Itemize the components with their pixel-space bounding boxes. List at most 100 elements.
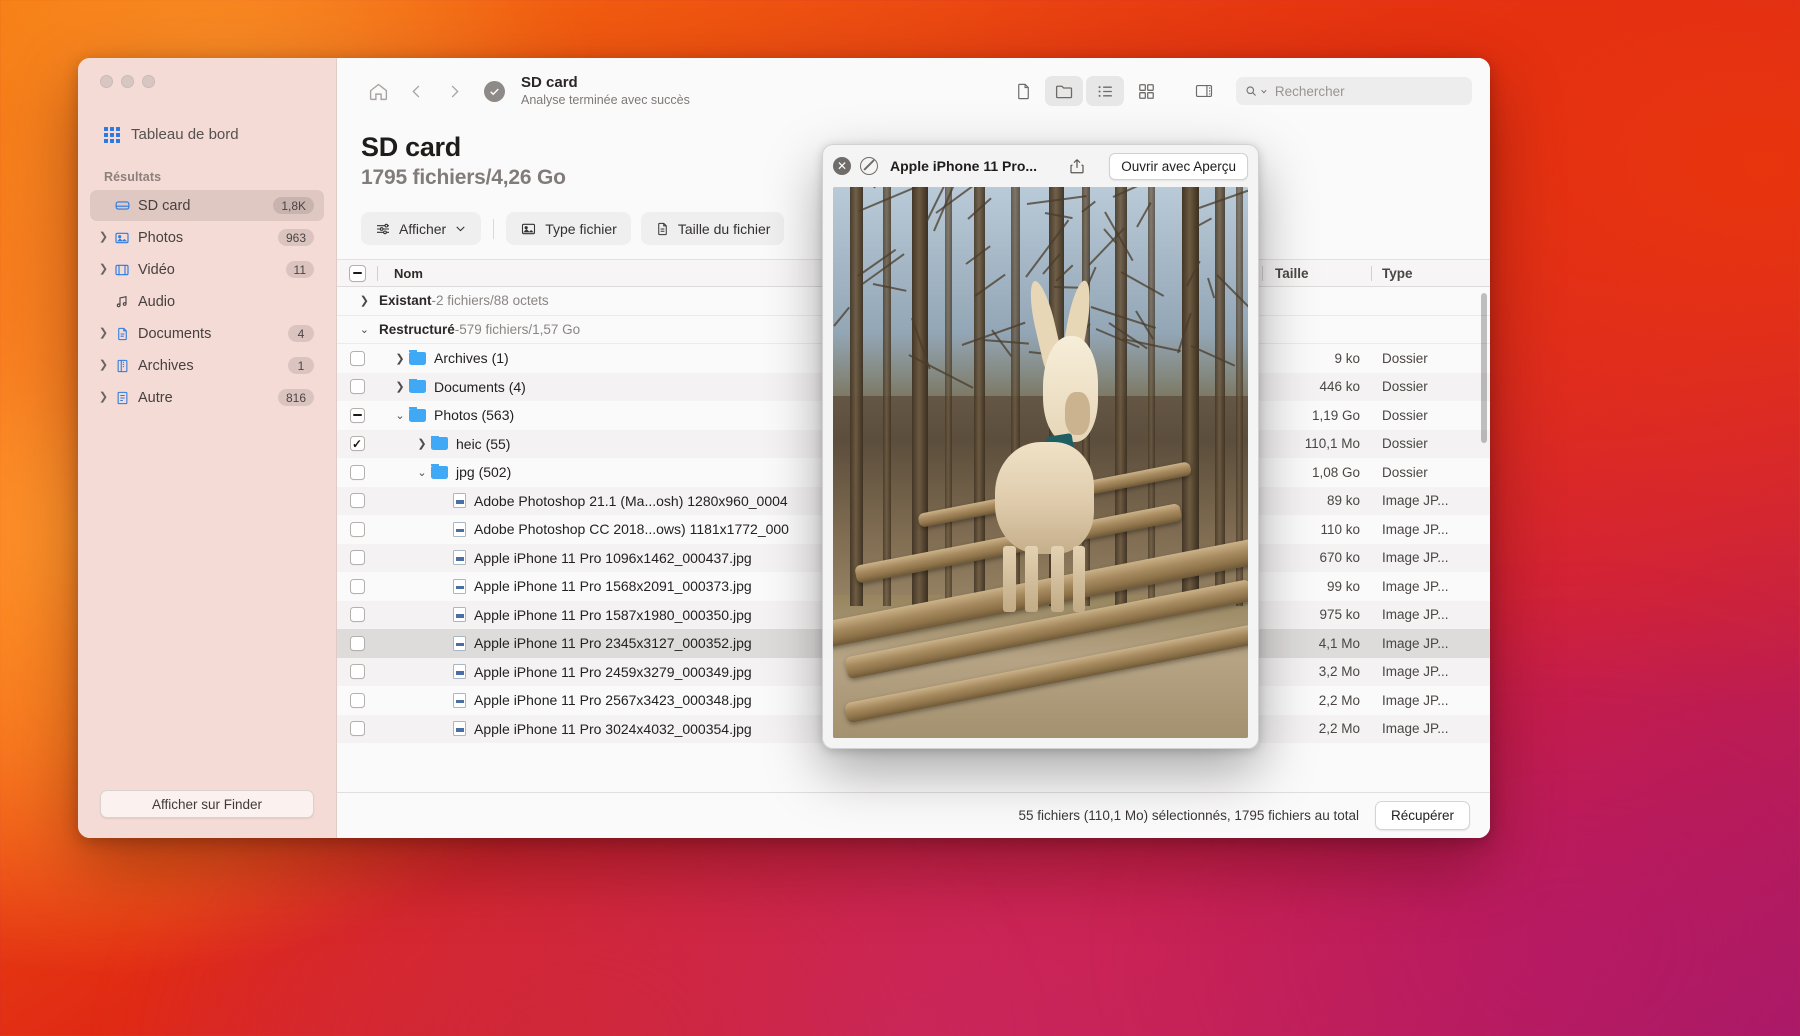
- sidebar-item-label: Autre: [133, 390, 278, 406]
- recover-button[interactable]: Récupérer: [1375, 801, 1470, 830]
- row-type: Dossier: [1372, 351, 1490, 366]
- group-summary: 2 fichiers/88 octets: [436, 293, 549, 308]
- chevron-right-icon[interactable]: ❯: [413, 437, 431, 450]
- checkbox-unchecked-icon[interactable]: [350, 465, 365, 480]
- forward-icon[interactable]: [437, 76, 471, 106]
- sidebar-item-archives[interactable]: ❯ Archives 1: [90, 350, 324, 381]
- row-name: Apple iPhone 11 Pro 1096x1462_000437.jpg: [466, 550, 752, 566]
- app-window: Tableau de bord Résultats SD card 1,8K ❯ Ph…: [78, 58, 1490, 838]
- jpeg-file-icon: [453, 721, 466, 736]
- row-checkbox[interactable]: [337, 579, 377, 594]
- search-box[interactable]: [1236, 77, 1472, 105]
- row-checkbox[interactable]: [337, 493, 377, 508]
- checkbox-unchecked-icon[interactable]: [350, 664, 365, 679]
- sidebar-toggle-icon[interactable]: [1185, 76, 1223, 106]
- column-header-nom[interactable]: Nom: [378, 266, 837, 281]
- search-input[interactable]: [1275, 84, 1463, 99]
- toolbar-actions: [1004, 76, 1472, 106]
- sidebar-item-autre[interactable]: ❯ Autre 816: [90, 382, 324, 413]
- grid-view-icon[interactable]: [1127, 76, 1165, 106]
- checkbox-unchecked-icon[interactable]: [350, 379, 365, 394]
- checkbox-checked-icon[interactable]: [350, 436, 365, 451]
- filter-taille-fichier-button[interactable]: Taille du fichier: [641, 212, 785, 245]
- chevron-right-icon[interactable]: ❯: [96, 360, 111, 371]
- chevron-right-icon[interactable]: ❯: [96, 392, 111, 403]
- row-checkbox[interactable]: [337, 465, 377, 480]
- chevron-down-icon[interactable]: ⌄: [413, 466, 431, 479]
- list-view-icon[interactable]: [1086, 76, 1124, 106]
- checkbox-unchecked-icon[interactable]: [350, 493, 365, 508]
- checkbox-unchecked-icon[interactable]: [350, 522, 365, 537]
- row-name: Apple iPhone 11 Pro 1568x2091_000373.jpg: [466, 578, 752, 594]
- search-icon: [1245, 84, 1257, 98]
- checkbox-unchecked-icon[interactable]: [350, 607, 365, 622]
- home-icon[interactable]: [361, 76, 395, 106]
- sidebar-item-sd-card[interactable]: SD card 1,8K: [90, 190, 324, 221]
- checkbox-unchecked-icon[interactable]: [350, 351, 365, 366]
- chevron-right-icon[interactable]: ❯: [391, 380, 409, 393]
- checkbox-unchecked-icon[interactable]: [350, 550, 365, 565]
- jpeg-file-icon: [453, 664, 466, 679]
- checkbox-unchecked-icon[interactable]: [350, 579, 365, 594]
- back-icon[interactable]: [399, 76, 433, 106]
- filter-type-fichier-button[interactable]: Type fichier: [506, 212, 631, 245]
- minimize-button[interactable]: [121, 75, 134, 88]
- row-checkbox[interactable]: [337, 351, 377, 366]
- filter-afficher-button[interactable]: Afficher: [361, 212, 481, 245]
- row-checkbox[interactable]: [337, 550, 377, 565]
- sidebar-item-photos[interactable]: ❯ Photos 963: [90, 222, 324, 253]
- row-checkbox[interactable]: [337, 379, 377, 394]
- sidebar-item-documents[interactable]: ❯ Documents 4: [90, 318, 324, 349]
- quicklook-image: [833, 187, 1248, 738]
- close-icon[interactable]: ✕: [833, 157, 851, 175]
- zoom-button[interactable]: [142, 75, 155, 88]
- chevron-down-icon[interactable]: [1260, 87, 1268, 96]
- quicklook-panel: ✕ Apple iPhone 11 Pro... Ouvrir avec Ape…: [822, 144, 1259, 749]
- checkbox-unchecked-icon[interactable]: [350, 693, 365, 708]
- checkbox-unchecked-icon[interactable]: [350, 721, 365, 736]
- column-header-type[interactable]: Type: [1372, 266, 1490, 281]
- row-checkbox[interactable]: [337, 408, 377, 423]
- row-type: Image JP...: [1372, 664, 1490, 679]
- sidebar-item-dashboard[interactable]: Tableau de bord: [96, 121, 322, 148]
- checkbox-unchecked-icon[interactable]: [350, 636, 365, 651]
- status-bar: 55 fichiers (110,1 Mo) sélectionnés, 179…: [337, 792, 1490, 838]
- chevron-right-icon[interactable]: ❯: [96, 328, 111, 339]
- row-checkbox[interactable]: [337, 721, 377, 736]
- row-checkbox[interactable]: [337, 607, 377, 622]
- row-checkbox[interactable]: [337, 664, 377, 679]
- group-disclosure-icon[interactable]: ❯: [337, 294, 377, 307]
- row-name: Apple iPhone 11 Pro 2567x3423_000348.jpg: [466, 692, 752, 708]
- audio-icon: [111, 294, 133, 310]
- no-entry-icon[interactable]: [860, 157, 878, 175]
- show-in-finder-button[interactable]: Afficher sur Finder: [100, 790, 314, 818]
- picture-icon: [520, 221, 537, 237]
- chevron-right-icon[interactable]: ❯: [96, 264, 111, 275]
- group-disclosure-icon[interactable]: ⌄: [337, 323, 377, 336]
- column-header-taille[interactable]: Taille: [1263, 266, 1371, 281]
- sidebar-item-vidéo[interactable]: ❯ Vidéo 11: [90, 254, 324, 285]
- sidebar-item-audio[interactable]: Audio: [90, 286, 324, 317]
- toolbar-navigation: [361, 76, 505, 106]
- grid-icon: [104, 127, 120, 143]
- open-with-preview-button[interactable]: Ouvrir avec Aperçu: [1109, 153, 1248, 180]
- chevron-right-icon[interactable]: ❯: [391, 352, 409, 365]
- chevron-down-icon[interactable]: ⌄: [391, 409, 409, 422]
- scan-complete-icon: [484, 81, 505, 102]
- filter-divider: [493, 219, 494, 239]
- dog-leg: [1073, 546, 1086, 612]
- row-name: Apple iPhone 11 Pro 1587x1980_000350.jpg: [466, 607, 752, 623]
- vertical-scrollbar[interactable]: [1481, 293, 1487, 443]
- row-checkbox[interactable]: [337, 522, 377, 537]
- row-checkbox[interactable]: [337, 693, 377, 708]
- share-icon[interactable]: [1062, 157, 1092, 175]
- file-view-icon[interactable]: [1004, 76, 1042, 106]
- close-button[interactable]: [100, 75, 113, 88]
- row-checkbox[interactable]: [337, 636, 377, 651]
- chevron-right-icon[interactable]: ❯: [96, 232, 111, 243]
- folder-icon: [409, 409, 426, 422]
- checkbox-mixed-icon[interactable]: [350, 408, 365, 423]
- folder-view-icon[interactable]: [1045, 76, 1083, 106]
- select-all-checkbox[interactable]: [337, 265, 377, 282]
- row-checkbox[interactable]: [337, 436, 377, 451]
